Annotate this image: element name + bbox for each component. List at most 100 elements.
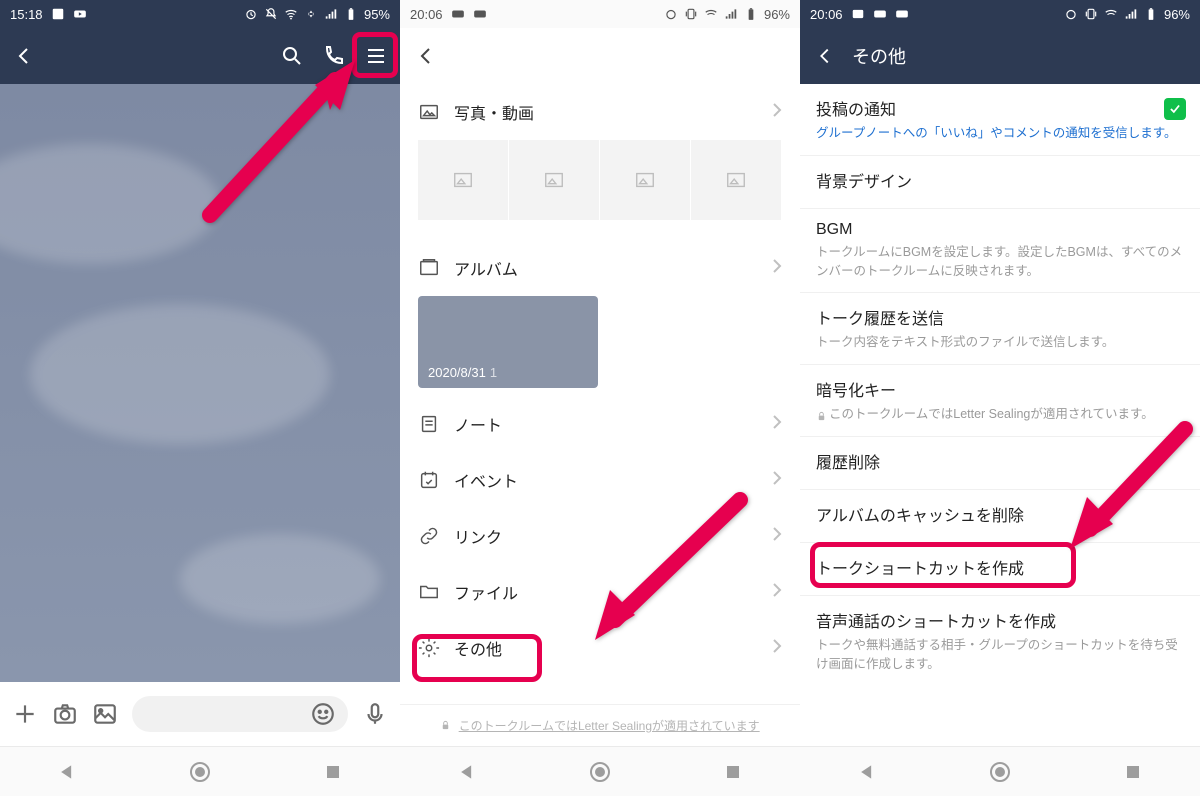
add-icon[interactable] bbox=[12, 701, 38, 727]
search-icon[interactable] bbox=[280, 44, 304, 68]
row-note[interactable]: ノート bbox=[400, 396, 800, 452]
wifi-icon bbox=[284, 7, 298, 21]
row-event[interactable]: イベント bbox=[400, 452, 800, 508]
letter-sealing-note[interactable]: このトークルームではLetter Sealingが適用されています bbox=[400, 704, 800, 746]
image-icon bbox=[851, 7, 865, 21]
photo-icon bbox=[418, 101, 440, 123]
row-link[interactable]: リンク bbox=[400, 508, 800, 564]
wifi-icon bbox=[1104, 7, 1118, 21]
nav-back[interactable] bbox=[454, 759, 480, 785]
nav-home[interactable] bbox=[587, 759, 613, 785]
status-bar: 20:06 96% bbox=[400, 0, 800, 28]
photo-thumb[interactable] bbox=[509, 140, 600, 220]
message-input[interactable] bbox=[132, 696, 348, 732]
link-icon bbox=[418, 525, 440, 547]
image-icon[interactable] bbox=[92, 701, 118, 727]
app-icon bbox=[51, 7, 65, 21]
youtube-icon bbox=[73, 7, 87, 21]
photo-thumb[interactable] bbox=[600, 140, 691, 220]
event-icon bbox=[418, 469, 440, 491]
chevron-right-icon bbox=[772, 582, 782, 603]
android-nav bbox=[400, 746, 800, 796]
row-label: その他 bbox=[454, 636, 502, 660]
gear-icon bbox=[418, 637, 440, 659]
row-label: アルバム bbox=[454, 256, 518, 280]
status-bar: 20:06 96% bbox=[800, 0, 1200, 28]
nav-recent[interactable] bbox=[720, 759, 746, 785]
vibrate-icon bbox=[684, 7, 698, 21]
youtube-icon bbox=[473, 7, 487, 21]
lock-icon bbox=[440, 720, 451, 734]
status-time: 20:06 bbox=[810, 7, 843, 22]
item-history-delete[interactable]: 履歴削除 bbox=[800, 437, 1200, 490]
row-photos[interactable]: 写真・動画 bbox=[400, 84, 800, 140]
photo-thumb[interactable] bbox=[691, 140, 782, 220]
chat-body[interactable] bbox=[0, 84, 400, 682]
camera-icon[interactable] bbox=[52, 701, 78, 727]
chevron-right-icon bbox=[772, 638, 782, 659]
nav-back[interactable] bbox=[54, 759, 80, 785]
alarm-icon bbox=[244, 7, 258, 21]
back-button[interactable] bbox=[12, 44, 36, 68]
row-album[interactable]: アルバム bbox=[400, 240, 800, 296]
item-enc-key[interactable]: 暗号化キー このトークルームではLetter Sealingが適用されています。 bbox=[800, 365, 1200, 437]
settings-header: その他 bbox=[800, 28, 1200, 84]
note-icon bbox=[418, 413, 440, 435]
status-battery: 96% bbox=[1164, 7, 1190, 22]
item-post-notify[interactable]: 投稿の通知 グループノートへの「いいね」やコメントの通知を受信します。 bbox=[800, 84, 1200, 156]
folder-icon bbox=[418, 581, 440, 603]
album-icon bbox=[418, 257, 440, 279]
photo-thumb[interactable] bbox=[418, 140, 509, 220]
status-battery: 96% bbox=[764, 7, 790, 22]
row-file[interactable]: ファイル bbox=[400, 564, 800, 620]
chevron-right-icon bbox=[772, 102, 782, 123]
chevron-right-icon bbox=[772, 258, 782, 279]
row-label: 写真・動画 bbox=[454, 100, 534, 124]
chevron-right-icon bbox=[772, 526, 782, 547]
album-card[interactable]: 2020/8/311 bbox=[418, 296, 598, 388]
item-talk-shortcut[interactable]: トークショートカットを作成 bbox=[800, 543, 1200, 596]
item-bgm[interactable]: BGM トークルームにBGMを設定します。設定したBGMは、すべてのメンバーのト… bbox=[800, 209, 1200, 294]
youtube-icon bbox=[451, 7, 465, 21]
call-icon[interactable] bbox=[322, 44, 346, 68]
item-voice-shortcut[interactable]: 音声通話のショートカットを作成 トークや無料通話する相手・グループのショートカッ… bbox=[800, 596, 1200, 686]
status-battery: 95% bbox=[364, 7, 390, 22]
menu-header bbox=[400, 28, 800, 84]
item-history-send[interactable]: トーク履歴を送信 トーク内容をテキスト形式のファイルで送信します。 bbox=[800, 293, 1200, 365]
nav-recent[interactable] bbox=[320, 759, 346, 785]
nav-home[interactable] bbox=[987, 759, 1013, 785]
album-date: 2020/8/31 bbox=[428, 365, 486, 380]
row-other[interactable]: その他 bbox=[400, 620, 800, 676]
back-button[interactable] bbox=[414, 44, 438, 68]
signal-icon bbox=[724, 7, 738, 21]
youtube-icon bbox=[873, 7, 887, 21]
chevron-right-icon bbox=[772, 470, 782, 491]
checkbox-checked-icon[interactable] bbox=[1164, 98, 1186, 120]
lock-icon bbox=[816, 409, 827, 420]
header-title: その他 bbox=[852, 43, 906, 69]
menu-body: 写真・動画 アルバム 2020/8/311 ノート イベント bbox=[400, 84, 800, 704]
chat-header bbox=[0, 28, 400, 84]
chat-input-bar bbox=[0, 682, 400, 746]
panel-chat-room: 15:18 95% bbox=[0, 0, 400, 796]
alarm-icon bbox=[664, 7, 678, 21]
item-background[interactable]: 背景デザイン bbox=[800, 156, 1200, 209]
row-label: イベント bbox=[454, 468, 518, 492]
battery-icon bbox=[344, 7, 358, 21]
android-nav bbox=[0, 746, 400, 796]
status-bar: 15:18 95% bbox=[0, 0, 400, 28]
menu-icon[interactable] bbox=[364, 44, 388, 68]
row-label: リンク bbox=[454, 524, 502, 548]
nav-home[interactable] bbox=[187, 759, 213, 785]
back-button[interactable] bbox=[814, 45, 836, 67]
nav-back[interactable] bbox=[854, 759, 880, 785]
chevron-right-icon bbox=[772, 414, 782, 435]
mute-icon bbox=[264, 7, 278, 21]
emoji-icon[interactable] bbox=[310, 701, 336, 727]
item-delete-album-cache[interactable]: アルバムのキャッシュを削除 bbox=[800, 490, 1200, 543]
settings-body: 投稿の通知 グループノートへの「いいね」やコメントの通知を受信します。 背景デザ… bbox=[800, 84, 1200, 746]
mic-icon[interactable] bbox=[362, 701, 388, 727]
youtube-icon bbox=[895, 7, 909, 21]
nav-recent[interactable] bbox=[1120, 759, 1146, 785]
photo-thumbnails bbox=[400, 140, 800, 240]
